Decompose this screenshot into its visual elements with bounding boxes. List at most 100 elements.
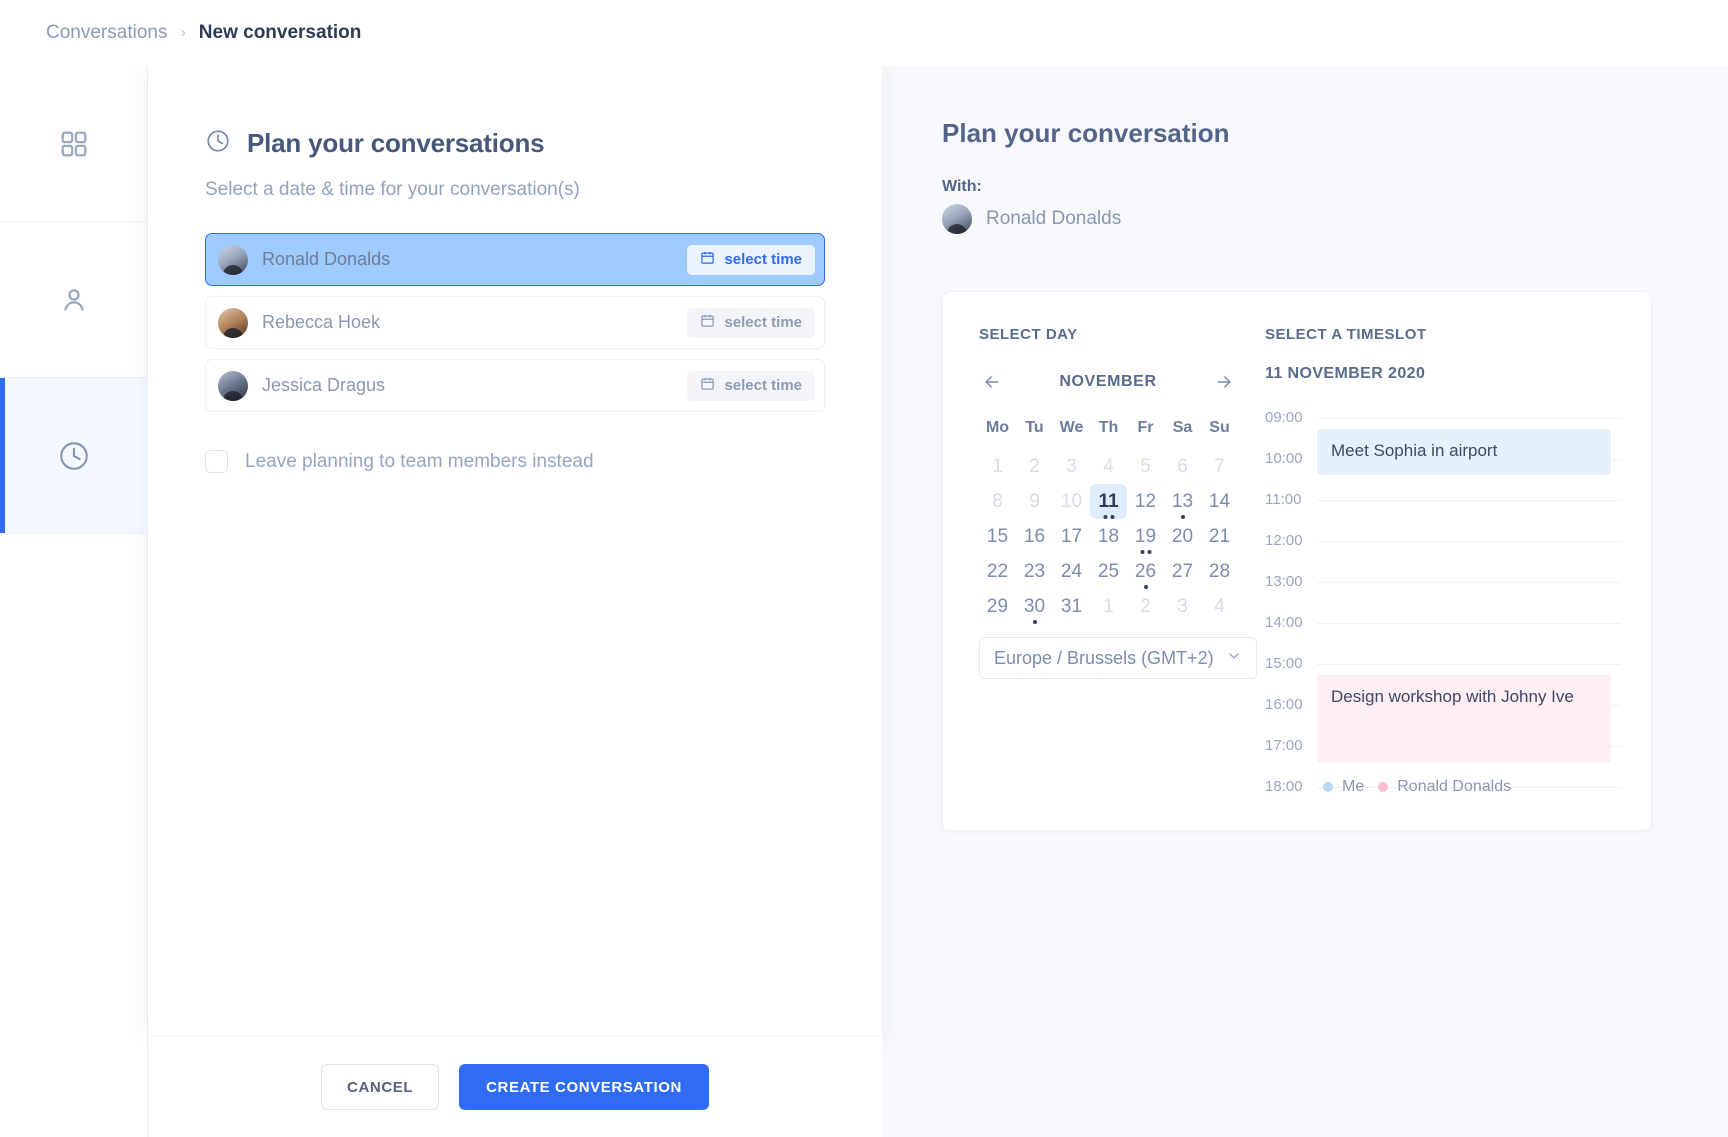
calendar-day-22[interactable]: 22 (979, 554, 1016, 589)
calendar-day-19[interactable]: 19 (1127, 519, 1164, 554)
legend-label: Ronald Donalds (1397, 778, 1512, 795)
chevron-down-icon (1226, 648, 1242, 669)
calendar-event[interactable]: Meet Sophia in airport (1317, 429, 1611, 475)
calendar-day-1: 1 (1090, 589, 1127, 624)
calendar-day-number: 4 (1103, 455, 1114, 477)
calendar-day-11[interactable]: 11 (1090, 484, 1127, 519)
calendar-day-grid: 1 2 3 4 5 6 7 8 9 10 11 12 13 14 15 16 17 18 19 20 21 22 23 24 2… (979, 449, 1238, 624)
calendar-day-18[interactable]: 18 (1090, 519, 1127, 554)
calendar-day-20[interactable]: 20 (1164, 519, 1201, 554)
calendar-day-28[interactable]: 28 (1201, 554, 1238, 589)
calendar-day-24[interactable]: 24 (1053, 554, 1090, 589)
legend-item-ronald-donalds: Ronald Donalds (1378, 778, 1511, 796)
timeline[interactable]: 09:00 10:00 11:00 12:00 13:00 14:00 15:00 16:00… (1265, 409, 1621, 819)
person-icon (58, 284, 90, 316)
person-list: Ronald Donalds select time Rebecca Hoek (205, 233, 825, 412)
calendar-day-number: 18 (1097, 525, 1120, 547)
calendar-day-number: 3 (1177, 595, 1188, 617)
calendar-event[interactable]: Design workshop with Johny Ive (1317, 675, 1611, 763)
calendar-event-title: Meet Sophia in airport (1331, 441, 1498, 460)
person-row-ronald-donalds[interactable]: Ronald Donalds select time (205, 233, 825, 286)
clock-icon (57, 439, 91, 473)
selected-date-label: 11 NOVEMBER 2020 (1265, 365, 1426, 382)
breadcrumb-root-link[interactable]: Conversations (46, 22, 167, 44)
timeline-slot-1200[interactable]: 12:00 (1265, 532, 1621, 573)
calendar-day-17[interactable]: 17 (1053, 519, 1090, 554)
calendar-day-number: 10 (1060, 490, 1083, 512)
calendar-day-26[interactable]: 26 (1127, 554, 1164, 589)
timeline-hour-label: 11:00 (1265, 491, 1302, 508)
create-conversation-button[interactable]: CREATE CONVERSATION (459, 1064, 709, 1110)
select-time-button[interactable]: select time (687, 244, 815, 275)
calendar-day-number: 30 (1023, 595, 1046, 617)
calendar-day-number: 12 (1134, 490, 1157, 512)
calendar-day-23[interactable]: 23 (1016, 554, 1053, 589)
calendar-day-number: 14 (1208, 490, 1231, 512)
person-row-jessica-dragus[interactable]: Jessica Dragus select time (205, 359, 825, 412)
calendar-day-number: 9 (1029, 490, 1040, 512)
timeline-slot-1300[interactable]: 13:00 (1265, 573, 1621, 614)
calendar-icon (700, 313, 715, 332)
select-time-label: select time (724, 314, 802, 331)
person-name: Jessica Dragus (262, 375, 386, 395)
weekday-label: Tu (1025, 419, 1044, 436)
weekday-label: We (1059, 419, 1084, 436)
breadcrumb-separator-icon: › (180, 24, 186, 41)
arrow-left-icon[interactable] (979, 369, 1005, 395)
timeline-slot-1100[interactable]: 11:00 (1265, 491, 1621, 532)
sidebar-item-contacts[interactable] (0, 222, 148, 378)
calendar-day-number: 24 (1060, 560, 1083, 582)
select-day-section: SELECT DAY NOVEMBER Mo Tu We Th Fr Sa Su… (943, 292, 1265, 830)
person-row-rebecca-hoek[interactable]: Rebecca Hoek select time (205, 296, 825, 349)
arrow-right-icon[interactable] (1211, 369, 1237, 395)
with-person: Ronald Donalds (942, 204, 1121, 234)
calendar-day-15[interactable]: 15 (979, 519, 1016, 554)
calendar-day-number: 1 (992, 455, 1003, 477)
calendar-day-25[interactable]: 25 (1090, 554, 1127, 589)
calendar-day-10: 10 (1053, 484, 1090, 519)
cancel-button[interactable]: CANCEL (321, 1064, 440, 1110)
calendar-day-12[interactable]: 12 (1127, 484, 1164, 519)
timeline-hour-label: 15:00 (1265, 655, 1303, 672)
leave-planning-label: Leave planning to team members instead (245, 450, 594, 472)
legend-dot-icon (1323, 782, 1333, 792)
calendar-day-27[interactable]: 27 (1164, 554, 1201, 589)
person-name: Ronald Donalds (262, 249, 391, 269)
breadcrumb: Conversations › New conversation (0, 0, 1728, 66)
calendar-day-21[interactable]: 21 (1201, 519, 1238, 554)
select-time-button[interactable]: select time (687, 370, 815, 401)
leave-planning-row[interactable]: Leave planning to team members instead (205, 450, 825, 473)
calendar-day-14[interactable]: 14 (1201, 484, 1238, 519)
calendar-day-31[interactable]: 31 (1053, 589, 1090, 624)
timeline-hour-label: 16:00 (1265, 696, 1303, 713)
select-time-button[interactable]: select time (687, 307, 815, 338)
timeline-hour-label: 13:00 (1265, 573, 1303, 590)
calendar-day-8: 8 (979, 484, 1016, 519)
calendar-day-number: 13 (1171, 490, 1194, 512)
calendar-day-5: 5 (1127, 449, 1164, 484)
sidebar-item-planning[interactable] (0, 378, 148, 534)
sidebar-item-dashboard[interactable] (0, 66, 148, 222)
calendar-day-number: 28 (1208, 560, 1231, 582)
calendar-day-13[interactable]: 13 (1164, 484, 1201, 519)
timezone-value: Europe / Brussels (GMT+2) (994, 647, 1214, 668)
calendar-day-30[interactable]: 30 (1016, 589, 1053, 624)
calendar-day-number: 23 (1023, 560, 1046, 582)
select-time-label: select time (724, 377, 802, 394)
grid-icon (59, 129, 89, 159)
timezone-select[interactable]: Europe / Brussels (GMT+2) (979, 637, 1257, 679)
left-panel-content: Plan your conversations Select a date & … (205, 128, 825, 473)
calendar-day-number: 2 (1029, 455, 1040, 477)
select-timeslot-section: SELECT A TIMESLOT 11 NOVEMBER 2020 09:00… (1265, 292, 1651, 830)
calendar-day-16[interactable]: 16 (1016, 519, 1053, 554)
calendar-day-29[interactable]: 29 (979, 589, 1016, 624)
calendar-nav: NOVEMBER (979, 369, 1237, 395)
timeline-slot-1400[interactable]: 14:00 (1265, 614, 1621, 655)
legend-dot-icon (1378, 782, 1389, 792)
calendar-day-event-dots (1032, 620, 1037, 624)
calendar-weekday-header: Mo Tu We Th Fr Sa Su (979, 419, 1238, 437)
calendar-day-6: 6 (1164, 449, 1201, 484)
select-timeslot-heading: SELECT A TIMESLOT (1265, 326, 1427, 343)
right-panel-title: Plan your conversation (942, 118, 1230, 148)
leave-planning-checkbox[interactable] (205, 450, 228, 473)
